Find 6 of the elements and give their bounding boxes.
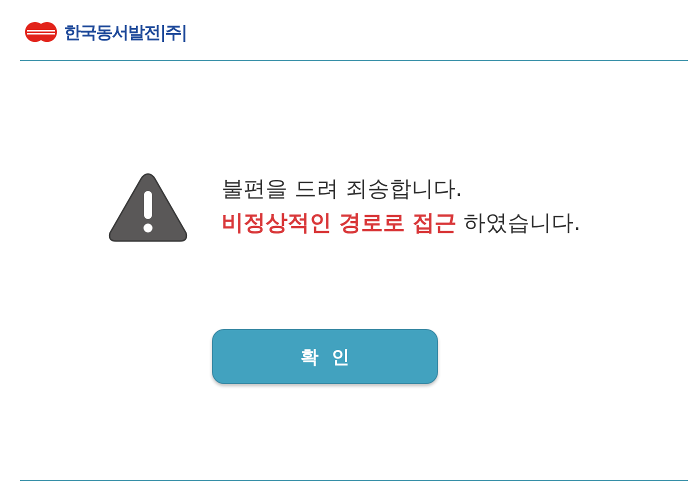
logo-icon <box>24 20 58 44</box>
company-name: 한국동서발전|주| <box>64 22 186 44</box>
message-line: 불편을 드려 죄송합니다. <box>221 177 464 203</box>
confirm-button[interactable]: 확 인 <box>212 329 438 384</box>
warning-icon <box>107 171 190 243</box>
message-line: 비정상적인 경로로 접근 하였습니다. <box>221 211 581 237</box>
